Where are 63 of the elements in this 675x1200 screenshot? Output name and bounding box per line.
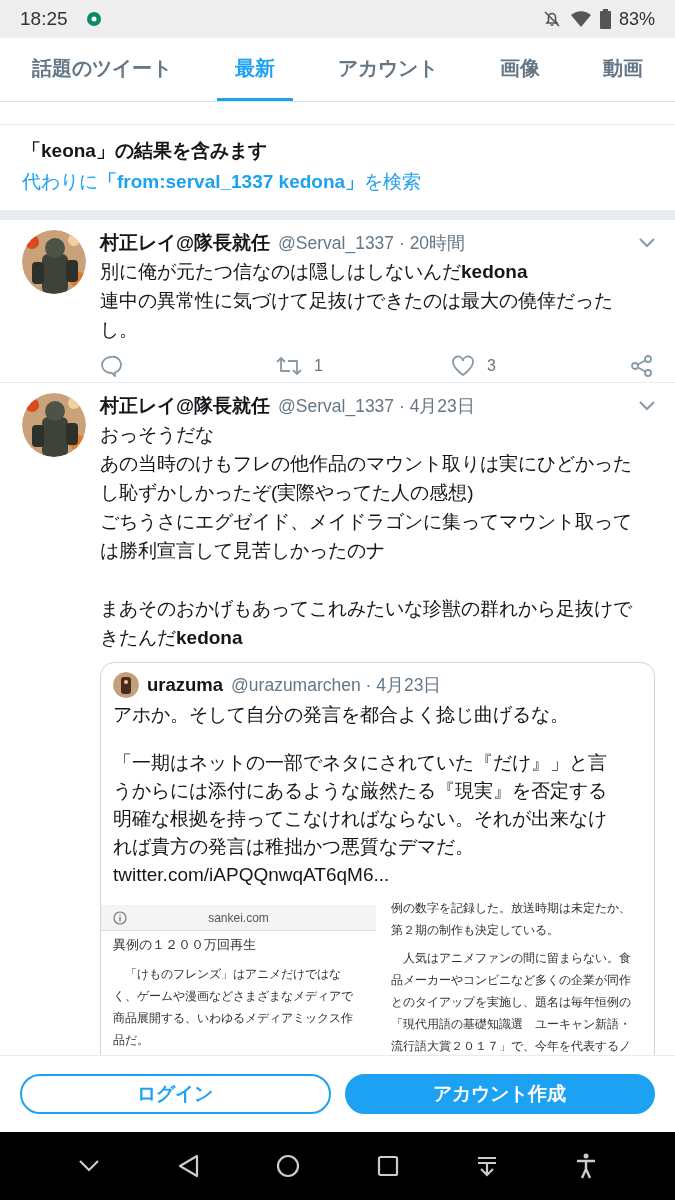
login-button[interactable]: ログイン — [20, 1074, 331, 1114]
battery-icon — [599, 9, 611, 29]
text-line: 品だ。 — [113, 1032, 150, 1049]
text-line: は勝利宣言して見苦しかったのナ — [100, 539, 386, 563]
text-line: ごちうさにエグゼイド、メイドラゴンに集ってマウント取って — [100, 510, 633, 534]
info-icon — [113, 910, 127, 925]
text-line: 第２期の制作も決定している。 — [391, 922, 560, 939]
author-name[interactable]: 村正レイ@隊長就任 — [100, 230, 271, 256]
tweet-meta: @urazumarchen · 4月23日 — [231, 673, 442, 697]
status-time: 18:25 — [20, 6, 68, 31]
text-line: 品メーカーやコンビニなど多くの企業が同作 — [391, 972, 632, 989]
text-line: 流行語大賞２０１７」で、今年を代表するノ — [391, 1038, 632, 1055]
like-count: 3 — [486, 356, 496, 376]
site-address: sankei.com — [207, 909, 270, 927]
text-line: 「一期はネットの一部でネタにされていた『だけ』」と言 — [113, 751, 608, 775]
text-line: 「けものフレンズ」はアニメだけではな — [124, 966, 342, 983]
notification-dot-icon — [85, 11, 102, 27]
retweet-count: 1 — [314, 356, 323, 376]
text-line: おっそうだな — [100, 423, 215, 447]
signup-button[interactable]: アカウント作成 — [344, 1074, 655, 1114]
tab[interactable]: 動画 — [585, 38, 661, 101]
text-line: く、ゲームや漫画などさまざまなメディアで — [113, 988, 354, 1005]
text-line: れば貴方の発言は稚拙かつ悪質なデマだ。 — [113, 835, 475, 859]
back-icon[interactable] — [177, 1154, 200, 1178]
tab[interactable]: 最新 — [216, 38, 293, 101]
author-name[interactable]: urazuma — [147, 671, 224, 699]
download-icon[interactable] — [475, 1155, 498, 1177]
text-line: あの当時のけもフレの他作品のマウント取りは実にひどかった — [100, 452, 633, 476]
tab[interactable]: アカウント — [319, 38, 456, 101]
text-line: し恥ずかしかったぞ(実際やってた人の感想) — [100, 481, 475, 505]
tab[interactable]: 話題のツイート — [14, 38, 190, 101]
tab[interactable]: 画像 — [482, 38, 559, 101]
article-heading: 異例の１２００万回再生 — [113, 936, 257, 954]
text-line: アホか。そして自分の発言を都合よく捻じ曲げるな。 — [113, 703, 570, 727]
accessibility-icon[interactable] — [574, 1153, 597, 1179]
text-line: 連中の異常性に気づけて足抜けできたのは最大の僥倖だった — [100, 289, 614, 313]
text-line: 別に俺が元たつ信なのは隠しはしないんだkedona — [100, 260, 529, 284]
bell-off-icon — [541, 9, 562, 29]
results-notice: 「keona」の結果を含みます — [22, 139, 268, 163]
text-line: 商品展開する、いわゆるメディアミックス作 — [113, 1010, 354, 1027]
text-line: 例の数字を記録した。放送時期は未定たか、 — [391, 900, 632, 917]
reply-icon[interactable] — [100, 355, 122, 377]
share-icon[interactable] — [631, 355, 653, 377]
text-line: 人気はアニメファンの間に留まらない。食 — [402, 950, 632, 967]
chevron-down-icon[interactable] — [78, 1159, 101, 1173]
text-line: し。 — [100, 318, 139, 342]
heart-icon[interactable] — [450, 355, 475, 377]
wifi-icon — [569, 10, 592, 28]
text-line: とのタイアップを実施し、題名は毎年恒例の — [391, 994, 632, 1011]
text-line: うからには添付にあるような厳然たる『現実』を否定する — [113, 779, 608, 803]
text-line: twitter.com/iAPQQnwqAT6qM6... — [113, 863, 391, 887]
text-line: 「現代用語の基礎知識選 ユーキャン新語・ — [391, 1016, 632, 1033]
text-line: 明確な根拠を持ってこなければならない。それが出来なけ — [113, 807, 608, 831]
text-line: きたんだkedona — [100, 626, 244, 650]
author-name[interactable]: 村正レイ@隊長就任 — [100, 393, 271, 419]
search-instead-link[interactable]: 代わりに「from:serval_1337 kedona」を検索 — [22, 167, 422, 196]
tweet-meta: @Serval_1337 · 4月23日 — [278, 395, 475, 419]
recents-icon[interactable] — [376, 1155, 399, 1177]
home-icon[interactable] — [276, 1154, 301, 1178]
tweet-meta: @Serval_1337 · 20時間 — [278, 232, 466, 256]
battery-percent: 83% — [618, 7, 655, 31]
text-line: まあそのおかげもあってこれみたいな珍獣の群れから足抜けで — [100, 597, 633, 621]
retweet-icon[interactable] — [276, 356, 302, 376]
